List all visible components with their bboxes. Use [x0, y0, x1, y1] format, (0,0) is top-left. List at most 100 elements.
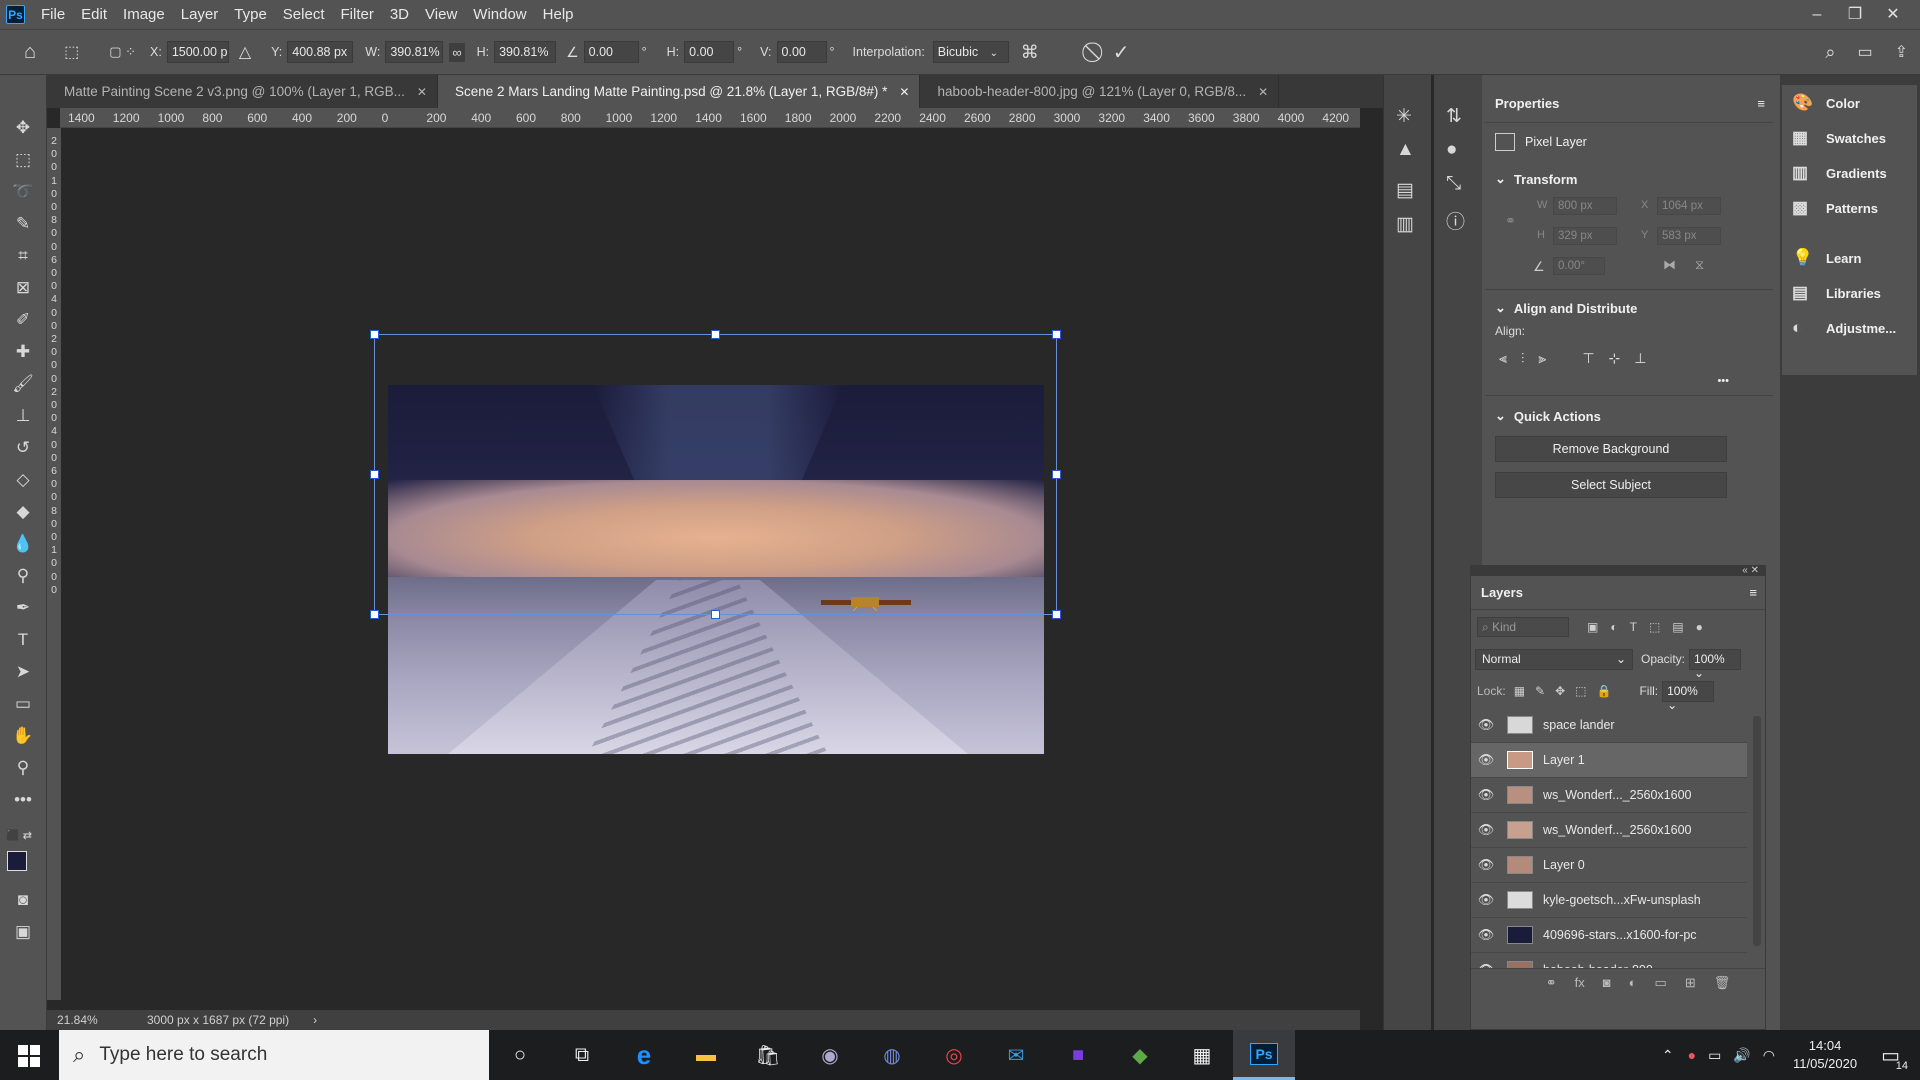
layer-row[interactable]: 👁 ws_Wonderf..._2560x1600 — [1471, 813, 1747, 848]
filter-type-icon[interactable]: T — [1630, 620, 1637, 634]
canvas-area[interactable] — [61, 129, 1360, 1010]
gradients-panel-button[interactable]: ▥ Gradients — [1792, 163, 1887, 183]
w-field[interactable]: 390.81% — [385, 41, 444, 63]
adjustment-presets-icon[interactable]: ⇅ — [1446, 105, 1462, 128]
pen-tool-icon[interactable]: ✒ — [9, 595, 37, 621]
history-brush-tool-icon[interactable]: ↺ — [9, 435, 37, 461]
move-tool-icon[interactable]: ✥ — [9, 115, 37, 141]
align-right-icon[interactable]: ⫸ — [1538, 350, 1546, 367]
transform-handle-tr[interactable] — [1052, 330, 1061, 339]
paint-bucket-tool-icon[interactable]: ◆ — [9, 499, 37, 525]
commit-transform-icon[interactable]: ✓ — [1113, 40, 1130, 65]
hand-tool-icon[interactable]: ✋ — [9, 723, 37, 749]
filter-toggle-icon[interactable]: ● — [1696, 620, 1703, 634]
clone-stamp-tool-icon[interactable]: ⊥ — [9, 403, 37, 429]
file-explorer-icon[interactable]: ▬ — [675, 1030, 737, 1080]
filter-smart-object-icon[interactable]: ▤ — [1672, 620, 1683, 634]
chrome-icon[interactable]: ◎ — [923, 1030, 985, 1080]
panel-menu-icon[interactable]: ≡ — [1757, 96, 1765, 111]
transform-handle-br[interactable] — [1052, 610, 1061, 619]
menu-3d[interactable]: 3D — [382, 0, 417, 29]
align-top-icon[interactable]: ⊤ — [1582, 350, 1594, 367]
align-section-header[interactable]: ⌄ Align and Distribute — [1485, 296, 1773, 320]
flip-vertical-icon[interactable]: ⧖ — [1695, 257, 1704, 273]
task-view-icon[interactable]: ⧉ — [551, 1030, 613, 1080]
levels-icon[interactable]: ▲ — [1396, 139, 1415, 161]
crop-tool-icon[interactable]: ⌗ — [9, 243, 37, 269]
libraries-panel-button[interactable]: ▤ Libraries — [1792, 283, 1881, 303]
align-middle-v-icon[interactable]: ⊹ — [1609, 350, 1621, 367]
brush-tool-icon[interactable]: 🖌 — [9, 371, 37, 397]
layer-row[interactable]: 👁 Layer 0 — [1471, 848, 1747, 883]
taskbar-search-box[interactable]: ⌕ Type here to search — [59, 1030, 489, 1080]
align-center-h-icon[interactable]: ⫶ — [1521, 350, 1525, 367]
eraser-tool-icon[interactable]: ◇ — [9, 467, 37, 493]
visibility-eye-icon[interactable]: 👁 — [1471, 752, 1501, 768]
layer-row[interactable]: 👁 haboob-header-800 — [1471, 953, 1747, 968]
quick-select-tool-icon[interactable]: ✎ — [9, 211, 37, 237]
delta-icon[interactable]: △ — [239, 42, 251, 62]
h-field[interactable]: 390.81% — [494, 41, 557, 63]
battery-icon[interactable]: ▭ — [1708, 1047, 1721, 1064]
wifi-icon[interactable]: ◠ — [1763, 1047, 1775, 1064]
delete-layer-icon[interactable]: 🗑 — [1714, 975, 1731, 991]
ruler-vertical[interactable]: 20010080060040020002004006008001000 — [47, 128, 61, 1000]
tab-haboob-header[interactable]: haboob-header-800.jpg @ 121% (Layer 0, R… — [920, 75, 1280, 108]
edge-browser-icon[interactable]: e — [613, 1030, 675, 1080]
align-more-button[interactable]: ••• — [1485, 375, 1773, 387]
transform-bounding-box[interactable] — [370, 330, 1061, 619]
vskew-field[interactable]: 0.00 — [776, 41, 827, 63]
paths-icon[interactable]: ⤡ — [1446, 173, 1461, 195]
blend-mode-select[interactable]: Normal ⌄ — [1475, 648, 1633, 670]
menu-filter[interactable]: Filter — [333, 0, 382, 29]
layers-title[interactable]: Layers — [1481, 585, 1523, 600]
menu-edit[interactable]: Edit — [73, 0, 115, 29]
layer-row[interactable]: 👁 space lander — [1471, 708, 1747, 743]
type-tool-icon[interactable]: T — [9, 627, 37, 653]
history-icon[interactable]: ▤ — [1396, 179, 1414, 202]
panel-menu-icon[interactable]: ≡ — [1749, 585, 1757, 600]
marquee-tool-icon[interactable]: ⬚ — [9, 147, 37, 173]
discord-icon[interactable]: ◍ — [861, 1030, 923, 1080]
select-subject-button[interactable]: Select Subject — [1495, 472, 1727, 498]
patterns-panel-button[interactable]: ▩ Patterns — [1792, 198, 1878, 218]
interpolation-select[interactable]: Bicubic ⌄ — [932, 41, 1009, 63]
microsoft-store-icon[interactable]: 🛍 — [737, 1030, 799, 1080]
learn-panel-button[interactable]: 💡 Learn — [1792, 248, 1861, 268]
tab-scene2-psd[interactable]: Scene 2 Mars Landing Matte Painting.psd … — [437, 75, 921, 108]
opacity-field[interactable]: 100% ⌄ — [1689, 648, 1742, 680]
path-select-tool-icon[interactable]: ➤ — [9, 659, 37, 685]
swatches-panel-button[interactable]: ▦ Swatches — [1792, 128, 1886, 148]
transform-handle-tl[interactable] — [370, 330, 379, 339]
color-panel-button[interactable]: 🎨 Color — [1792, 93, 1860, 113]
photoshop-logo[interactable]: Ps — [6, 5, 25, 24]
steam-icon[interactable]: ◉ — [799, 1030, 861, 1080]
link-dimensions-icon[interactable]: ⚭ — [1505, 213, 1516, 229]
zoom-tool-icon[interactable]: ⚲ — [9, 755, 37, 781]
action-center-icon[interactable]: ▭ 14 — [1881, 1043, 1908, 1072]
visibility-eye-icon[interactable]: 👁 — [1471, 717, 1501, 733]
properties-title[interactable]: Properties — [1495, 96, 1559, 111]
screen-mode-icon[interactable]: ▣ — [9, 919, 37, 945]
rectangle-tool-icon[interactable]: ▭ — [9, 691, 37, 717]
eyedropper-tool-icon[interactable]: ✐ — [9, 307, 37, 333]
menu-layer[interactable]: Layer — [173, 0, 227, 29]
kind-filter-select[interactable]: ⌕ Kind — [1477, 617, 1569, 637]
zoom-level[interactable]: 21.84% — [57, 1013, 127, 1027]
add-mask-icon[interactable]: ◙ — [1603, 975, 1611, 990]
brush-settings-icon[interactable]: ✳ — [1396, 105, 1412, 128]
lasso-tool-icon[interactable]: ➰ — [9, 179, 37, 205]
workspace-icon[interactable]: ▭ — [1857, 42, 1872, 62]
visibility-eye-icon[interactable]: 👁 — [1471, 892, 1501, 908]
purple-app-icon[interactable]: ■ — [1047, 1030, 1109, 1080]
y-field[interactable]: 400.88 px — [287, 41, 354, 63]
transform-handle-r[interactable] — [1052, 470, 1061, 479]
foreground-color-swatch[interactable] — [7, 851, 27, 871]
close-tab-icon[interactable]: ✕ — [417, 85, 427, 99]
restore-button[interactable]: ❐ — [1836, 0, 1874, 29]
transform-y-field[interactable]: 583 px — [1657, 227, 1721, 245]
frame-tool-icon[interactable]: ⊠ — [9, 275, 37, 301]
filter-shape-icon[interactable]: ⬚ — [1649, 620, 1660, 634]
blur-tool-icon[interactable]: 💧 — [9, 531, 37, 557]
fx-icon[interactable]: fx — [1575, 975, 1585, 990]
